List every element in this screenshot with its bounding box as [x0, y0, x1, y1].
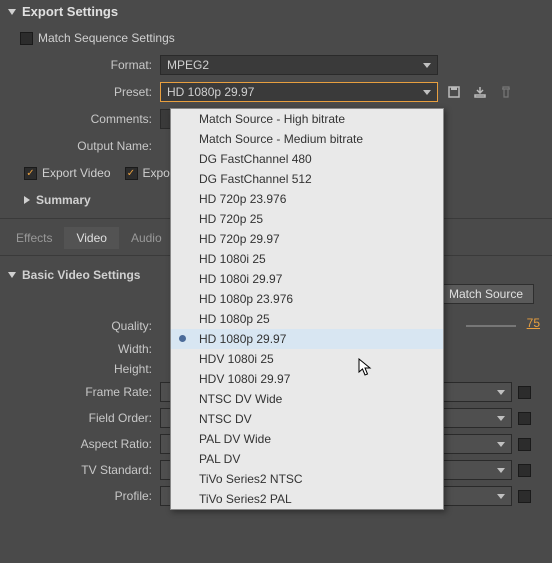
disclosure-triangle-icon[interactable] [8, 9, 16, 15]
preset-value: HD 1080p 29.97 [167, 85, 254, 99]
basic-video-heading: Basic Video Settings [22, 268, 140, 282]
chevron-down-icon [497, 468, 505, 473]
comments-label: Comments: [0, 112, 160, 126]
width-label: Width: [8, 342, 160, 356]
quality-slider[interactable] [466, 325, 516, 327]
chevron-down-icon [423, 90, 431, 95]
summary-label: Summary [36, 193, 91, 207]
panel-title: Export Settings [22, 4, 118, 19]
chevron-down-icon [497, 390, 505, 395]
checkbox-icon [20, 32, 33, 45]
format-value: MPEG2 [167, 58, 209, 72]
preset-option[interactable]: HD 1080i 25 [171, 249, 443, 269]
preset-option[interactable]: TiVo Series2 NTSC [171, 469, 443, 489]
preset-option[interactable]: TiVo Series2 PAL [171, 489, 443, 509]
frame-rate-label: Frame Rate: [8, 385, 160, 399]
preset-option[interactable]: HD 1080p 25 [171, 309, 443, 329]
preset-option[interactable]: HDV 1080i 25 [171, 349, 443, 369]
match-source-button[interactable]: Match Source [438, 284, 534, 304]
checkbox-icon: ✓ [24, 167, 37, 180]
field-order-match-checkbox[interactable] [518, 412, 531, 425]
preset-option[interactable]: Match Source - High bitrate [171, 109, 443, 129]
tab-video[interactable]: Video [64, 227, 118, 249]
preset-option[interactable]: Match Source - Medium bitrate [171, 129, 443, 149]
disclosure-triangle-icon[interactable] [24, 196, 30, 204]
chevron-down-icon [497, 416, 505, 421]
format-dropdown[interactable]: MPEG2 [160, 55, 438, 75]
preset-option[interactable]: PAL DV Wide [171, 429, 443, 449]
aspect-ratio-label: Aspect Ratio: [8, 437, 160, 451]
chevron-down-icon [497, 494, 505, 499]
preset-option[interactable]: HD 1080i 29.97 [171, 269, 443, 289]
profile-label: Profile: [8, 489, 160, 503]
preset-option[interactable]: HD 720p 23.976 [171, 189, 443, 209]
tab-effects[interactable]: Effects [4, 227, 64, 249]
tab-audio[interactable]: Audio [119, 227, 174, 249]
preset-options-popup: Match Source - High bitrateMatch Source … [170, 108, 444, 510]
tv-standard-match-checkbox[interactable] [518, 464, 531, 477]
delete-preset-button [496, 82, 516, 102]
output-name-label: Output Name: [0, 139, 160, 153]
quality-value[interactable]: 75 [527, 316, 540, 330]
preset-option[interactable]: HD 1080p 29.97 [171, 329, 443, 349]
profile-match-checkbox[interactable] [518, 490, 531, 503]
chevron-down-icon [497, 442, 505, 447]
import-icon [473, 85, 487, 99]
import-preset-button[interactable] [470, 82, 490, 102]
export-audio-checkbox[interactable]: ✓ Expor [125, 166, 174, 180]
save-preset-button[interactable] [444, 82, 464, 102]
chevron-down-icon [423, 63, 431, 68]
match-sequence-checkbox[interactable]: Match Sequence Settings [20, 31, 175, 45]
aspect-ratio-match-checkbox[interactable] [518, 438, 531, 451]
preset-option[interactable]: PAL DV [171, 449, 443, 469]
save-icon [447, 85, 461, 99]
trash-icon [499, 85, 513, 99]
checkbox-icon: ✓ [125, 167, 138, 180]
preset-dropdown[interactable]: HD 1080p 29.97 [160, 82, 438, 102]
format-label: Format: [0, 58, 160, 72]
disclosure-triangle-icon[interactable] [8, 272, 16, 278]
preset-label: Preset: [0, 85, 160, 99]
tv-standard-label: TV Standard: [8, 463, 160, 477]
preset-option[interactable]: HD 1080p 23.976 [171, 289, 443, 309]
preset-option[interactable]: HDV 1080i 29.97 [171, 369, 443, 389]
export-video-label: Export Video [42, 166, 111, 180]
preset-option[interactable]: HD 720p 29.97 [171, 229, 443, 249]
quality-label: Quality: [8, 319, 160, 333]
export-video-checkbox[interactable]: ✓ Export Video [24, 166, 111, 180]
preset-option[interactable]: HD 720p 25 [171, 209, 443, 229]
height-label: Height: [8, 362, 160, 376]
preset-option[interactable]: DG FastChannel 512 [171, 169, 443, 189]
export-settings-header: Export Settings [0, 0, 552, 23]
preset-option[interactable]: NTSC DV Wide [171, 389, 443, 409]
field-order-label: Field Order: [8, 411, 160, 425]
preset-option[interactable]: NTSC DV [171, 409, 443, 429]
preset-option[interactable]: DG FastChannel 480 [171, 149, 443, 169]
match-sequence-label: Match Sequence Settings [38, 31, 175, 45]
frame-rate-match-checkbox[interactable] [518, 386, 531, 399]
